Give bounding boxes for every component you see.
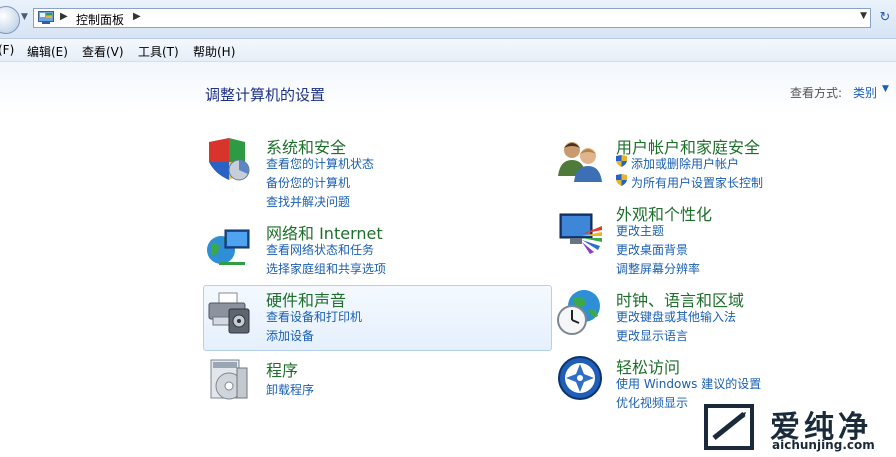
address-bar[interactable]: ▶ 控制面板 ▶ ▼ <box>33 8 871 28</box>
uac-shield-icon <box>616 155 627 167</box>
title-bar: ▼ ▶ 控制面板 ▶ ▼ ↻ <box>0 0 896 39</box>
link-screen-resolution[interactable]: 调整屏幕分辨率 <box>616 260 700 277</box>
view-by-dropdown[interactable]: 类别 <box>853 84 877 101</box>
header-background <box>0 62 896 112</box>
link-devices-printers[interactable]: 查看设备和打印机 <box>266 308 362 325</box>
menu-bar: (F) 编辑(E) 查看(V) 工具(T) 帮助(H) <box>0 39 896 62</box>
breadcrumb-separator-icon[interactable]: ▶ <box>60 11 68 22</box>
link-network-status[interactable]: 查看网络状态和任务 <box>266 241 374 258</box>
menu-edit[interactable]: 编辑(E) <box>27 43 68 60</box>
link-backup[interactable]: 备份您的计算机 <box>266 174 350 191</box>
address-dropdown-icon[interactable]: ▼ <box>860 11 867 21</box>
menu-help[interactable]: 帮助(H) <box>193 43 235 60</box>
chevron-down-icon[interactable]: ▼ <box>882 84 889 94</box>
link-display-language[interactable]: 更改显示语言 <box>616 327 688 344</box>
link-add-device[interactable]: 添加设备 <box>266 327 314 344</box>
link-windows-recommended[interactable]: 使用 Windows 建议的设置 <box>616 375 761 392</box>
refresh-icon[interactable]: ↻ <box>876 9 894 27</box>
uac-shield-icon <box>616 174 627 186</box>
security-shield-icon[interactable] <box>205 136 253 184</box>
users-icon[interactable] <box>556 136 604 184</box>
globe-clock-icon[interactable] <box>556 288 604 336</box>
link-optimize-video[interactable]: 优化视频显示 <box>616 394 688 411</box>
breadcrumb-control-panel[interactable]: 控制面板 <box>76 11 124 28</box>
watermark: 爱纯净 aichunjing.com <box>700 400 896 457</box>
page-title: 调整计算机的设置 <box>205 86 326 104</box>
link-change-keyboard[interactable]: 更改键盘或其他输入法 <box>616 308 736 325</box>
back-button[interactable] <box>0 6 20 34</box>
programs-icon[interactable] <box>205 356 253 404</box>
printer-icon[interactable] <box>205 289 253 337</box>
link-parental-controls[interactable]: 为所有用户设置家长控制 <box>631 174 763 191</box>
link-uninstall-program[interactable]: 卸载程序 <box>266 381 314 398</box>
display-icon[interactable] <box>556 208 604 256</box>
link-troubleshoot[interactable]: 查找并解决问题 <box>266 193 350 210</box>
link-desktop-background[interactable]: 更改桌面背景 <box>616 241 688 258</box>
category-title-programs[interactable]: 程序 <box>266 357 298 381</box>
link-homegroup[interactable]: 选择家庭组和共享选项 <box>266 260 386 277</box>
link-add-remove-accounts[interactable]: 添加或删除用户帐户 <box>631 155 739 172</box>
menu-view[interactable]: 查看(V) <box>82 43 124 60</box>
breadcrumb-separator-icon[interactable]: ▶ <box>133 11 141 22</box>
menu-tools[interactable]: 工具(T) <box>138 43 179 60</box>
category-hardware-sound-highlight[interactable] <box>203 285 552 351</box>
network-icon[interactable] <box>205 222 253 270</box>
recent-pages-dropdown-icon[interactable]: ▼ <box>21 12 28 22</box>
link-change-theme[interactable]: 更改主题 <box>616 222 664 239</box>
menu-file[interactable]: (F) <box>0 43 14 57</box>
view-by-label: 查看方式: <box>790 86 843 100</box>
ease-of-access-icon[interactable] <box>556 354 604 402</box>
watermark-url: aichunjing.com <box>772 438 875 452</box>
link-check-status[interactable]: 查看您的计算机状态 <box>266 155 374 172</box>
watermark-logo-icon <box>704 404 754 450</box>
control-panel-icon <box>38 11 54 24</box>
